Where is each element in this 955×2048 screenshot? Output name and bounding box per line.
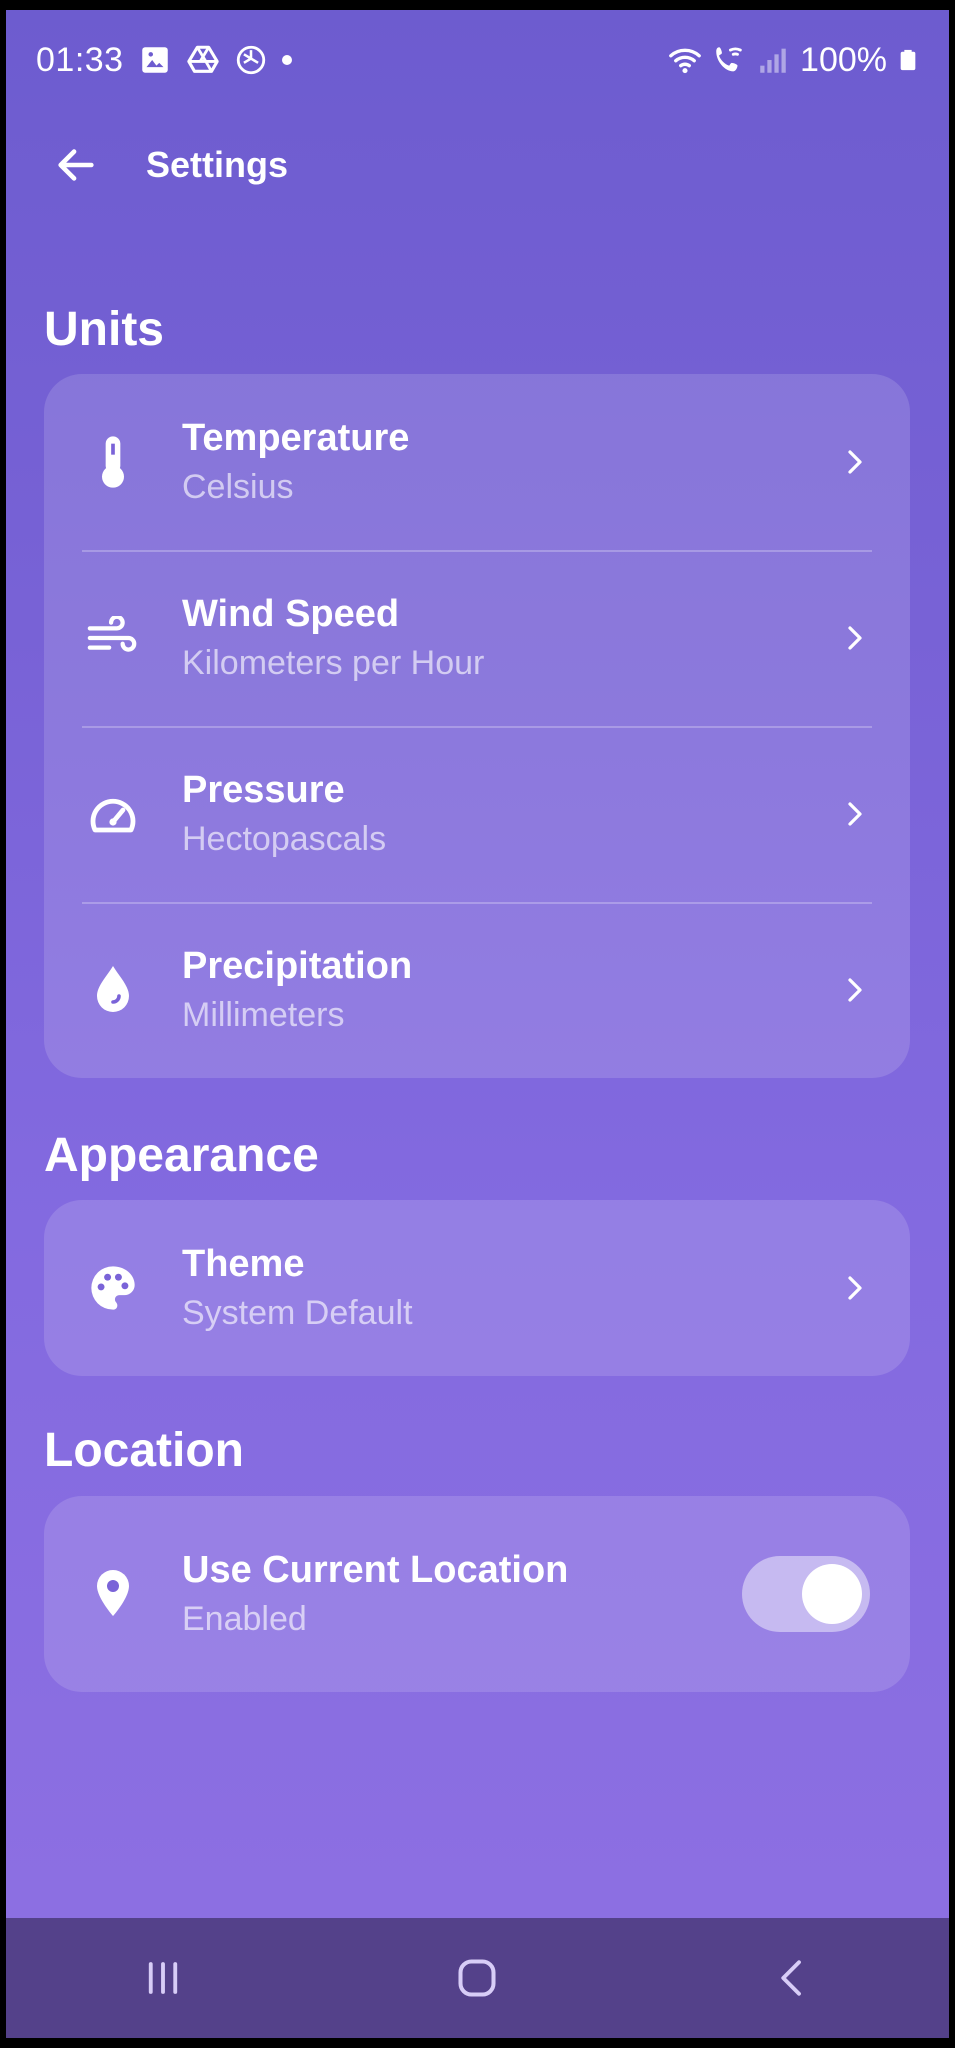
screen: 01:33 100% Settings Units Temperature Ce… [6, 10, 949, 2038]
section-title-location: Location [44, 1424, 244, 1477]
palette-icon [44, 1200, 182, 1376]
row-title: Temperature [182, 417, 410, 459]
back-icon [781, 1960, 801, 1996]
toggle-knob [802, 1564, 862, 1624]
row-title: Use Current Location [182, 1549, 569, 1591]
settings-row-wind-speed[interactable]: Wind Speed Kilometers per Hour [44, 550, 910, 726]
wifi-call-icon [716, 47, 742, 72]
back-button[interactable] [6, 110, 146, 220]
thermometer-icon [44, 374, 182, 550]
chevron-right-icon [800, 550, 910, 726]
battery-percent: 100% [800, 40, 887, 79]
row-title: Precipitation [182, 945, 413, 987]
row-title: Theme [182, 1243, 305, 1285]
dot-icon [281, 55, 292, 65]
arrow-left-icon [58, 149, 94, 181]
settings-row-temperature[interactable]: Temperature Celsius [44, 374, 910, 550]
app-bar: Settings [6, 110, 949, 220]
units-card: Temperature Celsius Wind Speed Kilometer… [44, 374, 910, 1078]
row-title: Pressure [182, 769, 345, 811]
row-text: Use Current Location Enabled [182, 1549, 742, 1639]
status-right: 100% [668, 41, 919, 80]
chatgpt-icon [236, 45, 265, 75]
row-value: Hectopascals [182, 820, 387, 858]
status-time: 01:33 [36, 40, 124, 79]
page-title: Settings [146, 144, 289, 185]
image-icon [141, 47, 168, 73]
location-toggle[interactable] [742, 1556, 870, 1632]
wifi-icon [669, 48, 701, 74]
home-icon [458, 1959, 497, 1997]
row-value: Celsius [182, 468, 294, 506]
row-value: Millimeters [182, 996, 345, 1034]
system-nav-bar [6, 1918, 949, 2038]
appearance-card: Theme System Default [44, 1200, 910, 1376]
water-drop-icon [44, 902, 182, 1078]
chevron-right-icon [800, 374, 910, 550]
section-title-units: Units [44, 303, 164, 356]
signal-icon [760, 48, 786, 73]
settings-row-theme[interactable]: Theme System Default [44, 1200, 910, 1376]
location-card: Use Current Location Enabled [44, 1496, 910, 1692]
settings-row-use-current-location[interactable]: Use Current Location Enabled [44, 1496, 910, 1692]
battery-icon [900, 49, 916, 71]
location-pin-icon [44, 1496, 182, 1692]
row-text: Precipitation Millimeters [182, 945, 800, 1035]
row-value: System Default [182, 1294, 413, 1332]
nav-back-button[interactable] [732, 1918, 852, 2038]
gauge-icon [44, 726, 182, 902]
row-value: Enabled [182, 1600, 307, 1638]
row-text: Wind Speed Kilometers per Hour [182, 593, 800, 683]
wind-icon [44, 550, 182, 726]
row-title: Wind Speed [182, 593, 400, 635]
home-button[interactable] [417, 1918, 537, 2038]
drive-icon [186, 45, 219, 73]
section-title-appearance: Appearance [44, 1129, 319, 1182]
chevron-right-icon [800, 726, 910, 902]
settings-row-pressure[interactable]: Pressure Hectopascals [44, 726, 910, 902]
settings-row-precipitation[interactable]: Precipitation Millimeters [44, 902, 910, 1078]
row-text: Temperature Celsius [182, 417, 800, 507]
status-left: 01:33 [36, 41, 292, 80]
chevron-right-icon [800, 1200, 910, 1376]
recents-icon [148, 1962, 178, 1994]
status-bar: 01:33 100% [6, 10, 949, 110]
row-value: Kilometers per Hour [182, 644, 485, 682]
chevron-right-icon [800, 902, 910, 1078]
row-text: Pressure Hectopascals [182, 769, 800, 859]
recents-button[interactable] [103, 1918, 223, 2038]
row-text: Theme System Default [182, 1243, 800, 1333]
